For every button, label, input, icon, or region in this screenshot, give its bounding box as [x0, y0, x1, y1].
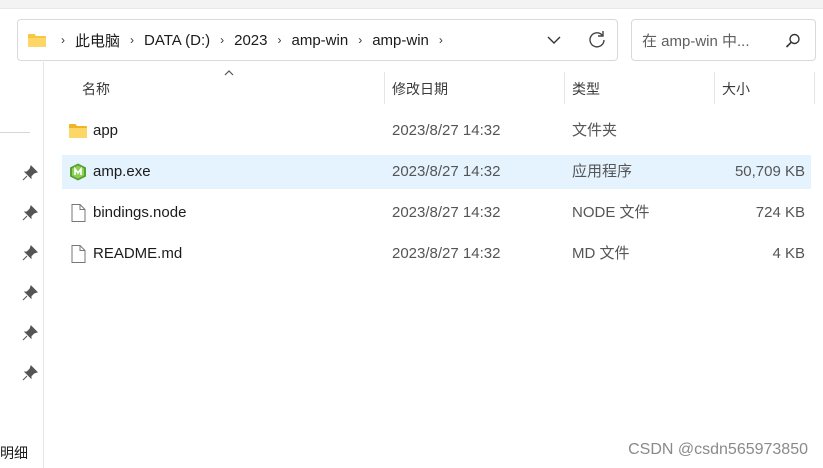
- refresh-icon[interactable]: [587, 29, 607, 49]
- column-header-type[interactable]: 类型: [564, 64, 714, 112]
- file-type: NODE 文件: [572, 204, 650, 221]
- file-size: 4 KB: [772, 245, 805, 262]
- search-box: [631, 19, 816, 61]
- window-top-strip: [0, 0, 823, 9]
- file-name: app: [93, 122, 119, 139]
- file-name: README.md: [93, 245, 183, 262]
- file-row[interactable]: app 2023/8/27 14:32 文件夹: [62, 114, 811, 148]
- chevron-right-icon: ›: [277, 33, 282, 47]
- pin-icon[interactable]: [22, 325, 38, 341]
- breadcrumb-item-amp-win[interactable]: amp-win: [288, 32, 353, 49]
- file-size: 724 KB: [755, 204, 805, 221]
- chevron-right-icon: ›: [61, 33, 65, 47]
- breadcrumb-item-this-pc[interactable]: 此电脑: [71, 30, 124, 51]
- file-size: 50,709 KB: [734, 163, 805, 180]
- file-row[interactable]: README.md 2023/8/27 14:32 MD 文件 4 KB: [62, 237, 811, 271]
- file-icon: [71, 245, 86, 263]
- file-date: 2023/8/27 14:32: [392, 122, 501, 139]
- nav-item-details[interactable]: 明细: [0, 443, 42, 463]
- file-name: bindings.node: [93, 204, 187, 221]
- file-date: 2023/8/27 14:32: [392, 245, 501, 262]
- nav-divider: [0, 132, 30, 133]
- breadcrumb-item-data-drive[interactable]: DATA (D:): [140, 32, 214, 49]
- pin-icon[interactable]: [22, 205, 38, 221]
- folder-icon: [28, 34, 46, 47]
- file-name: amp.exe: [93, 163, 151, 180]
- file-row-selected[interactable]: amp.exe 2023/8/27 14:32 应用程序 50,709 KB: [62, 155, 811, 189]
- file-date: 2023/8/27 14:32: [392, 163, 501, 180]
- file-type: 文件夹: [572, 122, 618, 139]
- folder-icon: [69, 124, 87, 138]
- chevron-right-icon: ›: [358, 33, 363, 47]
- chevron-down-icon[interactable]: [545, 31, 563, 49]
- pin-icon[interactable]: [22, 285, 38, 301]
- chevron-right-icon[interactable]: ›: [439, 33, 443, 47]
- search-input[interactable]: [640, 29, 784, 53]
- breadcrumb: › 此电脑 › DATA (D:) › 2023 › amp-win › amp…: [27, 20, 449, 60]
- watermark: CSDN @csdn565973850: [628, 441, 808, 458]
- column-header-name[interactable]: 名称: [74, 64, 384, 112]
- breadcrumb-item-amp-win-current[interactable]: amp-win: [368, 32, 433, 49]
- pin-icon[interactable]: [22, 365, 38, 381]
- file-type: 应用程序: [572, 163, 633, 180]
- pin-icon[interactable]: [22, 165, 38, 181]
- search-icon[interactable]: [784, 32, 802, 50]
- breadcrumb-item-2023[interactable]: 2023: [230, 32, 271, 49]
- navigation-pane: 明细: [0, 62, 44, 468]
- chevron-right-icon: ›: [130, 33, 135, 47]
- column-headers: 名称 修改日期 类型 大小: [44, 64, 823, 112]
- file-row[interactable]: bindings.node 2023/8/27 14:32 NODE 文件 72…: [62, 196, 811, 230]
- address-bar[interactable]: › 此电脑 › DATA (D:) › 2023 › amp-win › amp…: [17, 19, 618, 61]
- column-divider[interactable]: [814, 72, 815, 104]
- file-type: MD 文件: [572, 245, 630, 262]
- chevron-right-icon: ›: [220, 33, 225, 47]
- column-header-date[interactable]: 修改日期: [384, 64, 564, 112]
- file-date: 2023/8/27 14:32: [392, 204, 501, 221]
- file-icon: [71, 204, 86, 222]
- column-header-size[interactable]: 大小: [714, 64, 814, 112]
- pin-icon[interactable]: [22, 245, 38, 261]
- exe-shield-icon: [70, 163, 86, 181]
